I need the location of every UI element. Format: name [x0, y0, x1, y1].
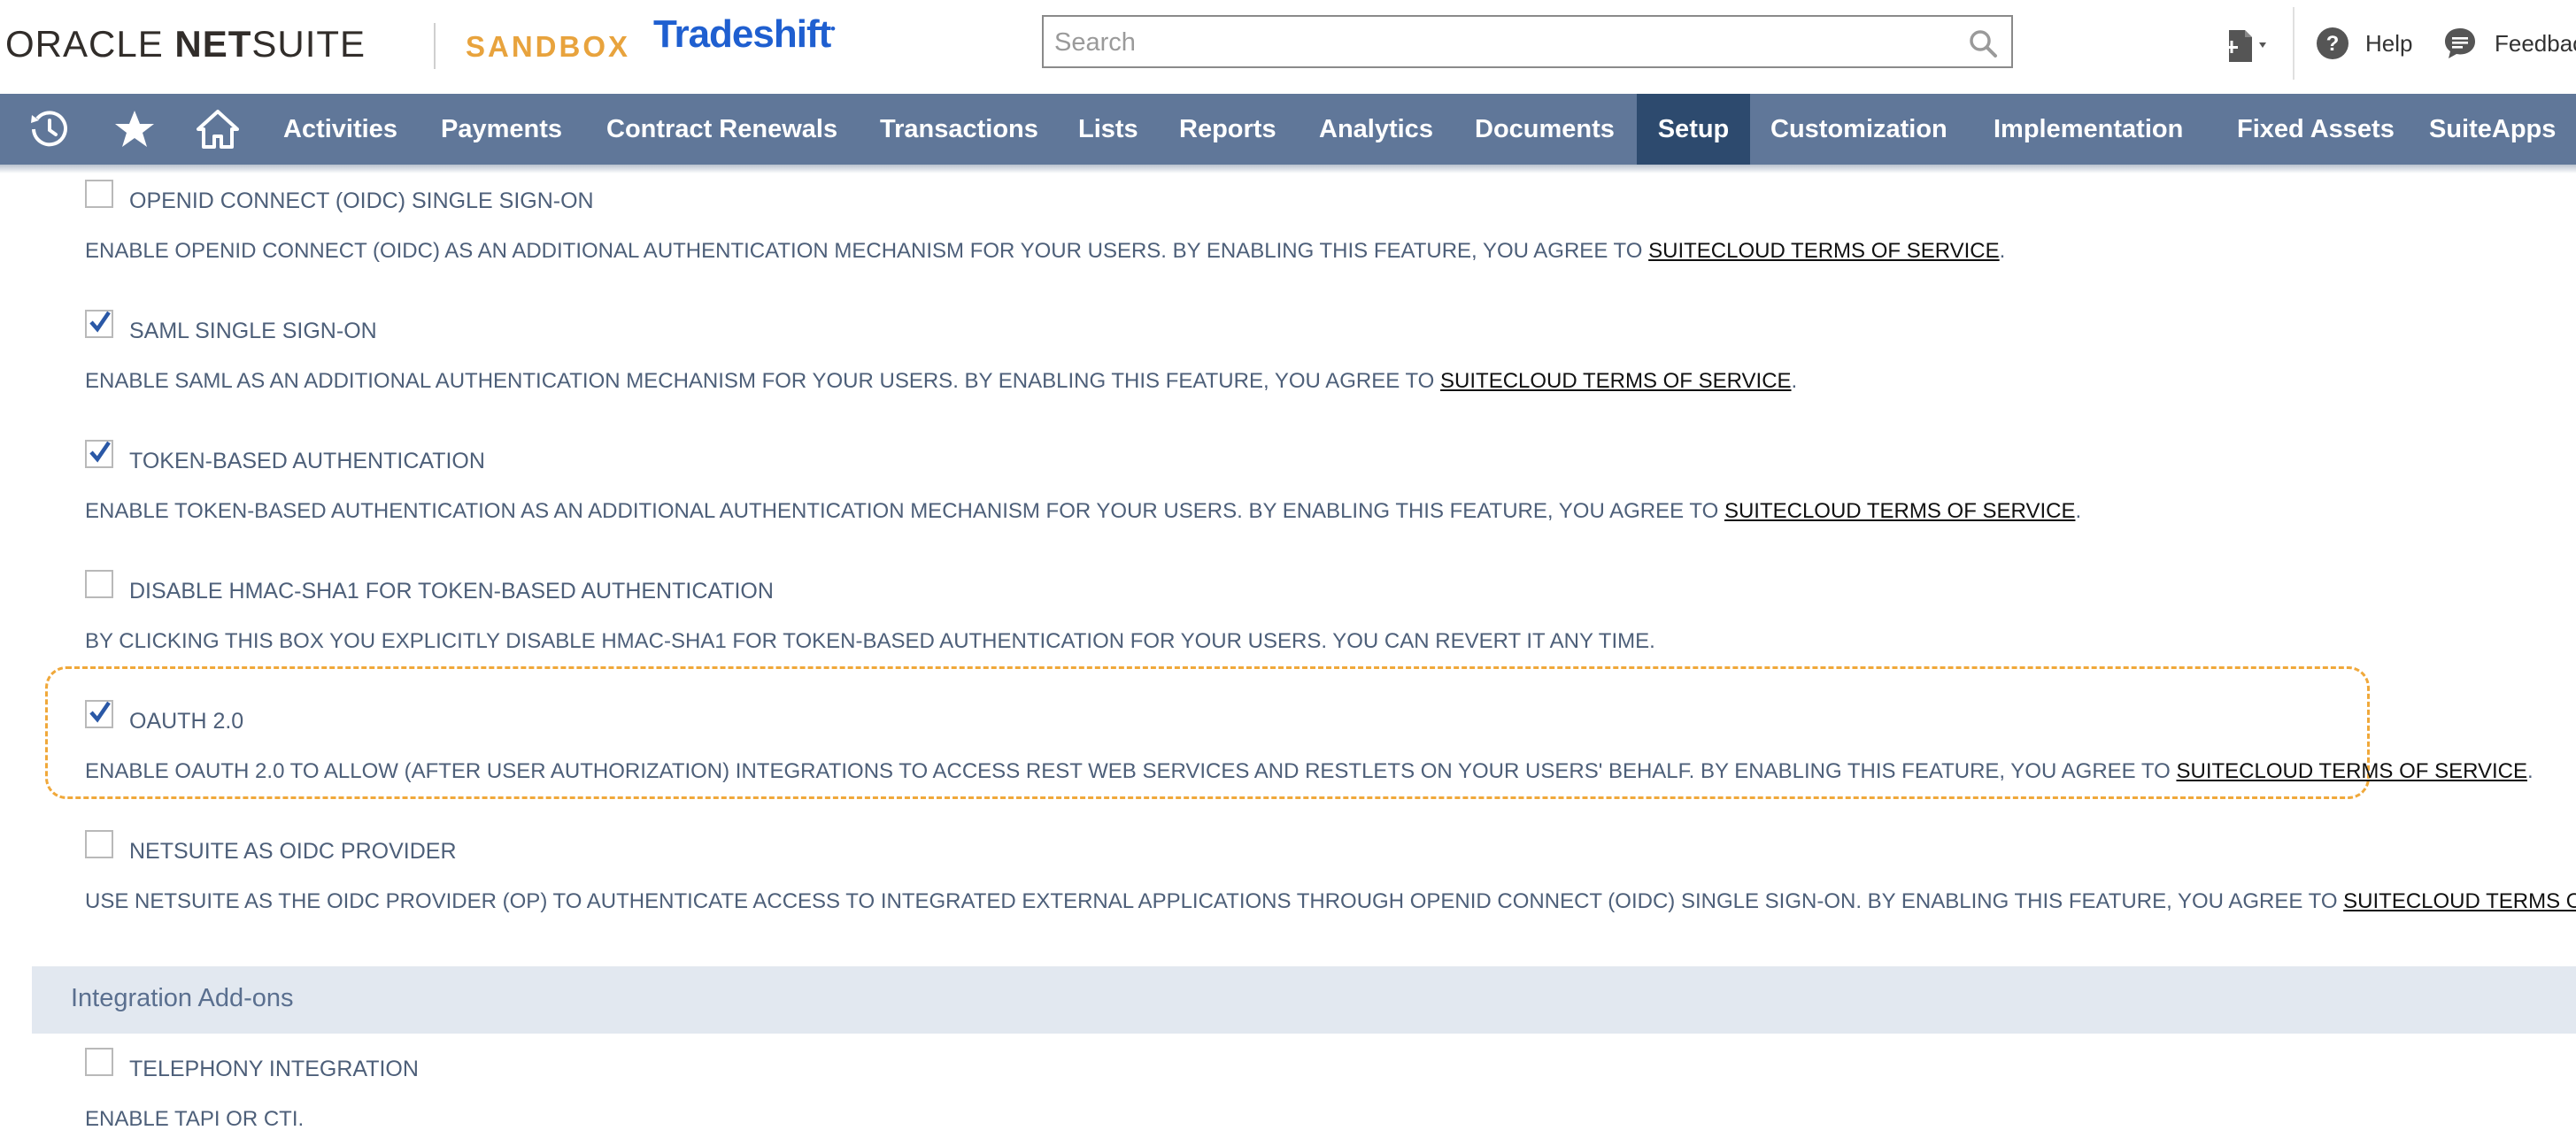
nav-customization[interactable]: Customization — [1749, 94, 1969, 165]
search-icon[interactable] — [1967, 27, 1999, 59]
nav-suiteapps[interactable]: SuiteApps — [2408, 94, 2576, 165]
suitecloud-terms-link[interactable]: SUITECLOUD TERMS OF SERVICE — [2176, 759, 2527, 783]
oidc-sso-checkbox[interactable] — [85, 180, 113, 208]
suitecloud-terms-link[interactable]: SUITECLOUD TERMS OF SERVICE — [2343, 889, 2576, 913]
main-nav: Activities Payments Contract Renewals Tr… — [0, 94, 2576, 165]
telephony-integration-description: ENABLE TAPI OR CTI. — [85, 1107, 305, 1131]
top-header: ORACLE NETSUITE SANDBOX Tradeshift• ? He… — [0, 0, 2576, 94]
telephony-integration-checkbox[interactable] — [85, 1048, 113, 1076]
desc-text: ENABLE SAML AS AN ADDITIONAL AUTHENTICAT… — [85, 369, 1441, 393]
recent-records-icon[interactable] — [2224, 27, 2277, 67]
logo-suite-text: SUITE — [251, 23, 366, 65]
tradeshift-dot-icon: • — [830, 21, 836, 37]
recent-history-icon[interactable] — [28, 108, 71, 150]
sandbox-badge: SANDBOX — [466, 30, 631, 63]
home-icon[interactable] — [197, 108, 239, 150]
tradeshift-logo: Tradeshift• — [653, 12, 836, 57]
nav-analytics[interactable]: Analytics — [1298, 94, 1454, 165]
nav-contract-renewals[interactable]: Contract Renewals — [585, 94, 859, 165]
help-icon[interactable]: ? — [2316, 27, 2349, 60]
logo-oracle-text: ORACLE — [5, 23, 164, 65]
svg-text:?: ? — [2326, 32, 2340, 56]
feedback-icon[interactable] — [2443, 27, 2477, 60]
global-search[interactable] — [1042, 15, 2013, 68]
integration-addons-section-header: Integration Add-ons — [32, 966, 2576, 1034]
desc-after: . — [2075, 499, 2082, 523]
search-input[interactable] — [1053, 24, 1941, 61]
oauth2-description: ENABLE OAUTH 2.0 TO ALLOW (AFTER USER AU… — [85, 759, 2534, 784]
desc-text: USE NETSUITE AS THE OIDC PROVIDER (OP) T… — [85, 889, 2344, 913]
oauth2-checkbox[interactable] — [85, 700, 113, 728]
favorites-star-icon[interactable] — [113, 108, 156, 150]
saml-sso-description: ENABLE SAML AS AN ADDITIONAL AUTHENTICAT… — [85, 369, 1797, 394]
section-title: Integration Add-ons — [71, 984, 294, 1012]
token-based-auth-label: TOKEN-BASED AUTHENTICATION — [129, 449, 485, 473]
nav-setup[interactable]: Setup — [1637, 94, 1750, 165]
desc-text: ENABLE OPENID CONNECT (OIDC) AS AN ADDIT… — [85, 239, 1649, 263]
checkmark-icon — [89, 441, 111, 463]
desc-after: . — [1999, 239, 2006, 263]
nav-documents[interactable]: Documents — [1454, 94, 1636, 165]
nav-transactions[interactable]: Transactions — [859, 94, 1060, 165]
oauth2-label: OAUTH 2.0 — [129, 709, 244, 734]
checkmark-icon — [89, 701, 111, 723]
help-link[interactable]: Help — [2365, 30, 2412, 58]
checkmark-icon — [89, 311, 111, 333]
header-separator — [2293, 7, 2294, 80]
netsuite-oidc-provider-label: NETSUITE AS OIDC PROVIDER — [129, 839, 457, 864]
disable-hmac-sha1-checkbox[interactable] — [85, 570, 113, 598]
logo-divider — [434, 23, 436, 69]
telephony-integration-label: TELEPHONY INTEGRATION — [129, 1057, 419, 1081]
suitecloud-terms-link[interactable]: SUITECLOUD TERMS OF SERVICE — [1724, 499, 2076, 523]
nav-lists[interactable]: Lists — [1057, 94, 1160, 165]
nav-implementation[interactable]: Implementation — [1972, 94, 2204, 165]
nav-activities[interactable]: Activities — [262, 94, 419, 165]
feedback-link[interactable]: Feedback — [2495, 30, 2576, 58]
nav-fixed-assets[interactable]: Fixed Assets — [2216, 94, 2416, 165]
nav-reports[interactable]: Reports — [1158, 94, 1298, 165]
token-based-auth-checkbox[interactable] — [85, 440, 113, 468]
suitecloud-terms-link[interactable]: SUITECLOUD TERMS OF SERVICE — [1440, 369, 1792, 393]
oidc-sso-description: ENABLE OPENID CONNECT (OIDC) AS AN ADDIT… — [85, 239, 2005, 264]
saml-sso-checkbox[interactable] — [85, 310, 113, 338]
disable-hmac-sha1-label: DISABLE HMAC-SHA1 FOR TOKEN-BASED AUTHEN… — [129, 579, 774, 604]
netsuite-oidc-provider-checkbox[interactable] — [85, 830, 113, 858]
oracle-netsuite-logo[interactable]: ORACLE NETSUITE — [5, 23, 366, 65]
logo-net-text: NET — [174, 23, 252, 65]
saml-sso-label: SAML SINGLE SIGN-ON — [129, 319, 377, 343]
nav-payments[interactable]: Payments — [420, 94, 583, 165]
netsuite-oidc-provider-description: USE NETSUITE AS THE OIDC PROVIDER (OP) T… — [85, 889, 2576, 914]
desc-text: ENABLE OAUTH 2.0 TO ALLOW (AFTER USER AU… — [85, 759, 2177, 783]
nav-shadow — [0, 165, 2576, 173]
tradeshift-text: Tradeshift — [653, 12, 831, 56]
desc-after: . — [2527, 759, 2534, 783]
token-based-auth-description: ENABLE TOKEN-BASED AUTHENTICATION AS AN … — [85, 499, 2081, 524]
oidc-sso-label: OPENID CONNECT (OIDC) SINGLE SIGN-ON — [129, 188, 594, 213]
desc-text: ENABLE TOKEN-BASED AUTHENTICATION AS AN … — [85, 499, 1724, 523]
disable-hmac-sha1-description: BY CLICKING THIS BOX YOU EXPLICITLY DISA… — [85, 629, 1655, 653]
desc-after: . — [1791, 369, 1798, 393]
suitecloud-terms-link[interactable]: SUITECLOUD TERMS OF SERVICE — [1648, 239, 2000, 263]
